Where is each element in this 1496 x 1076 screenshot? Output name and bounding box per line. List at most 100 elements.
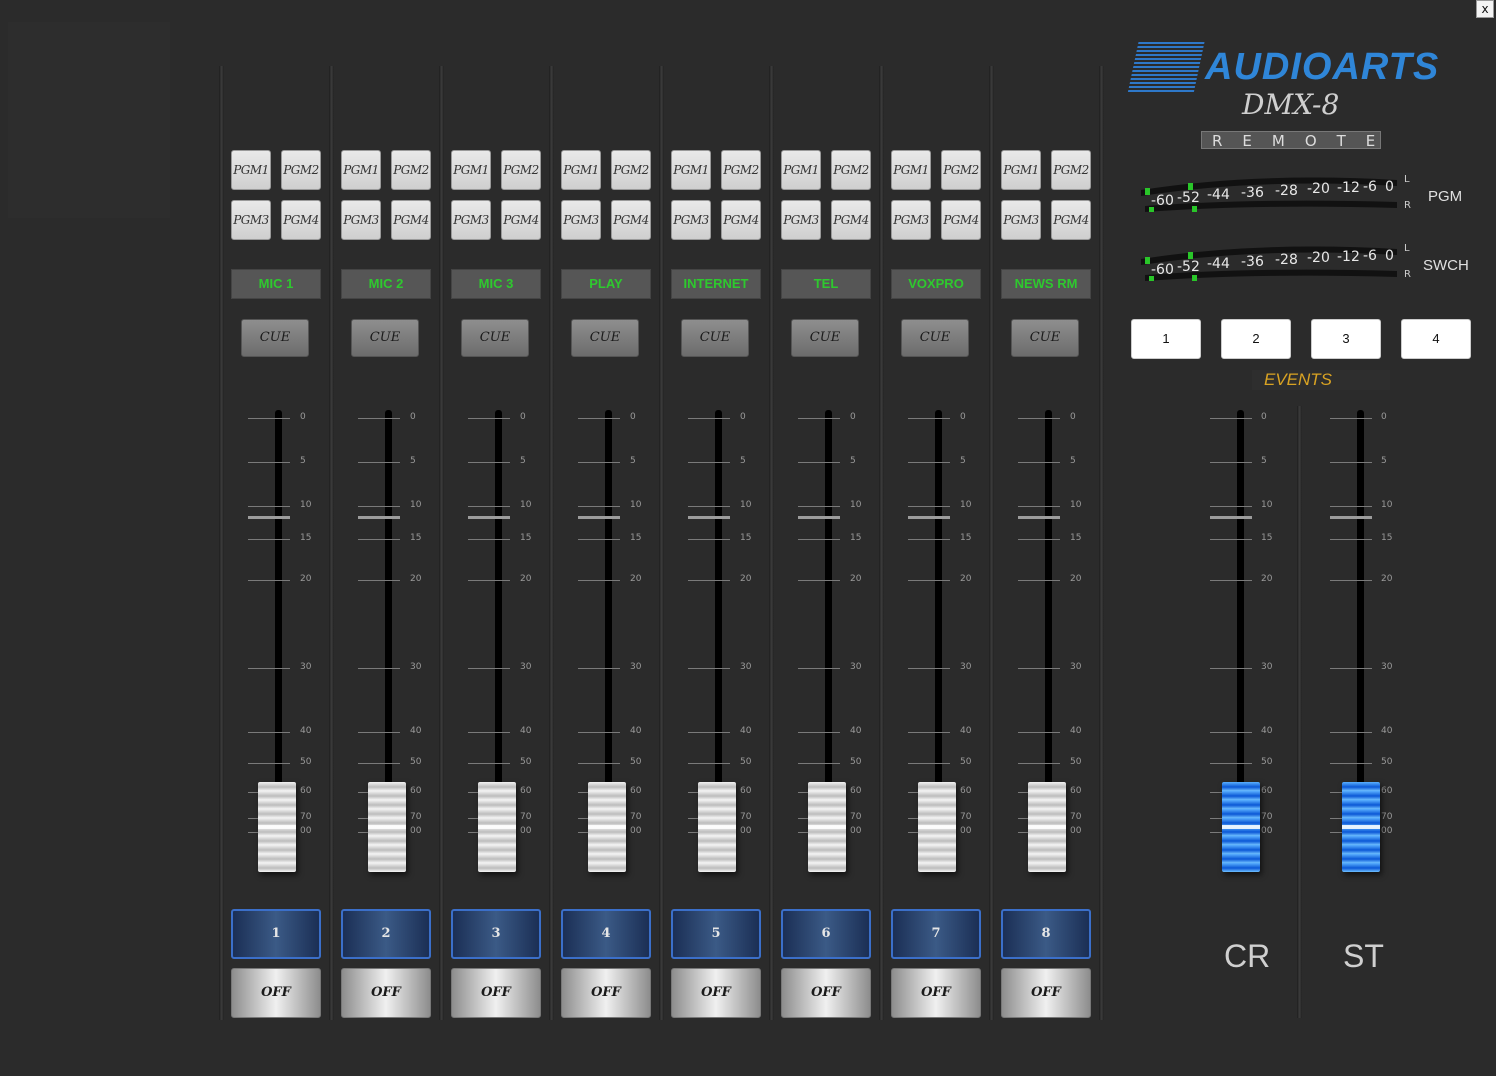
off-button[interactable]: OFF — [891, 968, 981, 1018]
fader-knob[interactable] — [258, 782, 296, 872]
fader-scale-label: 50 — [1261, 757, 1273, 767]
fader-scale-label: 20 — [630, 574, 642, 584]
pgm-assign-button-4[interactable]: PGM4 — [611, 200, 651, 240]
pgm-assign-button-1[interactable]: PGM1 — [891, 150, 931, 190]
pgm-assign-button-3[interactable]: PGM3 — [561, 200, 601, 240]
pgm-assign-button-1[interactable]: PGM1 — [1001, 150, 1041, 190]
fader-knob[interactable] — [918, 782, 956, 872]
channel-strip: PGM1 PGM2 PGM3 PGM4 INTERNET CUE 0 5 10 15 20 30 40 5… — [660, 0, 770, 1076]
fader-scale-label: 5 — [1381, 456, 1387, 466]
event-button-4[interactable]: 4 — [1401, 319, 1471, 359]
event-button-1[interactable]: 1 — [1131, 319, 1201, 359]
off-button[interactable]: OFF — [671, 968, 761, 1018]
pgm-assign-button-2[interactable]: PGM2 — [501, 150, 541, 190]
fader-tick — [908, 539, 950, 540]
pgm-assign-button-2[interactable]: PGM2 — [1051, 150, 1091, 190]
pgm-assign-button-4[interactable]: PGM4 — [501, 200, 541, 240]
channel-number-button[interactable]: 2 — [341, 909, 431, 959]
channel-number-button[interactable]: 8 — [1001, 909, 1091, 959]
pgm-assign-button-3[interactable]: PGM3 — [451, 200, 491, 240]
off-button[interactable]: OFF — [561, 968, 651, 1018]
pgm-assign-button-4[interactable]: PGM4 — [721, 200, 761, 240]
unity-mark — [688, 516, 730, 519]
cue-button[interactable]: CUE — [681, 319, 749, 357]
channel-name-label: VOXPRO — [891, 269, 981, 299]
channel-number-button[interactable]: 5 — [671, 909, 761, 959]
channel-number-button[interactable]: 3 — [451, 909, 541, 959]
pgm-assign-button-1[interactable]: PGM1 — [341, 150, 381, 190]
cue-button[interactable]: CUE — [791, 319, 859, 357]
pgm-assign-button-1[interactable]: PGM1 — [671, 150, 711, 190]
master-fader-knob[interactable] — [1342, 782, 1380, 872]
fader-tick — [798, 506, 840, 507]
fader-knob[interactable] — [698, 782, 736, 872]
event-button-3[interactable]: 3 — [1311, 319, 1381, 359]
fader-knob[interactable] — [808, 782, 846, 872]
event-button-2[interactable]: 2 — [1221, 319, 1291, 359]
meter-scale-label: -20 — [1307, 250, 1330, 266]
channel-name-label: MIC 2 — [341, 269, 431, 299]
pgm-assign-button-3[interactable]: PGM3 — [341, 200, 381, 240]
cue-button[interactable]: CUE — [461, 319, 529, 357]
fader-tick — [798, 539, 840, 540]
fader-scale-label: 30 — [410, 662, 422, 672]
fader-tick — [688, 580, 730, 581]
fader-tick — [688, 763, 730, 764]
close-icon[interactable]: x — [1476, 0, 1494, 18]
pgm-assign-button-1[interactable]: PGM1 — [231, 150, 271, 190]
pgm-assign-button-1[interactable]: PGM1 — [781, 150, 821, 190]
pgm-assign-button-2[interactable]: PGM2 — [721, 150, 761, 190]
fader-scale-label: 00 — [1381, 826, 1393, 836]
pgm-assign-button-2[interactable]: PGM2 — [611, 150, 651, 190]
fader-scale-label: 10 — [300, 500, 312, 510]
fader-scale-label: 00 — [960, 826, 972, 836]
cue-button[interactable]: CUE — [1011, 319, 1079, 357]
pgm-assign-button-3[interactable]: PGM3 — [1001, 200, 1041, 240]
pgm-assign-button-4[interactable]: PGM4 — [831, 200, 871, 240]
pgm-assign-button-2[interactable]: PGM2 — [281, 150, 321, 190]
off-button[interactable]: OFF — [231, 968, 321, 1018]
fader-knob[interactable] — [478, 782, 516, 872]
pgm-assign-button-2[interactable]: PGM2 — [391, 150, 431, 190]
master-fader-knob[interactable] — [1222, 782, 1260, 872]
fader-scale-label: 60 — [410, 786, 422, 796]
fader-knob[interactable] — [588, 782, 626, 872]
off-button[interactable]: OFF — [341, 968, 431, 1018]
pgm-assign-button-4[interactable]: PGM4 — [941, 200, 981, 240]
fader-tick — [578, 539, 620, 540]
fader-knob[interactable] — [368, 782, 406, 872]
off-button[interactable]: OFF — [781, 968, 871, 1018]
pgm-assign-button-2[interactable]: PGM2 — [831, 150, 871, 190]
fader-tick — [1210, 506, 1252, 507]
fader-tick — [1330, 506, 1372, 507]
pgm-assign-button-4[interactable]: PGM4 — [1051, 200, 1091, 240]
channel-number-button[interactable]: 7 — [891, 909, 981, 959]
fader-tick — [798, 580, 840, 581]
pgm-assign-button-2[interactable]: PGM2 — [941, 150, 981, 190]
pgm-assign-button-1[interactable]: PGM1 — [451, 150, 491, 190]
pgm-assign-button-3[interactable]: PGM3 — [781, 200, 821, 240]
off-button[interactable]: OFF — [451, 968, 541, 1018]
channel-number-button[interactable]: 1 — [231, 909, 321, 959]
meter-level-led — [1188, 252, 1193, 259]
cue-button[interactable]: CUE — [241, 319, 309, 357]
fader-knob[interactable] — [1028, 782, 1066, 872]
pgm-assign-button-3[interactable]: PGM3 — [891, 200, 931, 240]
fader-tick — [578, 506, 620, 507]
pgm-assign-button-4[interactable]: PGM4 — [281, 200, 321, 240]
pgm-assign-button-3[interactable]: PGM3 — [231, 200, 271, 240]
pgm-assign-button-4[interactable]: PGM4 — [391, 200, 431, 240]
meter-left-label: L — [1404, 174, 1410, 185]
cue-button[interactable]: CUE — [901, 319, 969, 357]
channel-strip: PGM1 PGM2 PGM3 PGM4 MIC 1 CUE 0 5 10 15 20 30 40 50 60… — [220, 0, 330, 1076]
fader-scale-label: 00 — [410, 826, 422, 836]
fader-scale-label: 00 — [850, 826, 862, 836]
channel-number-button[interactable]: 6 — [781, 909, 871, 959]
fader-scale-label: 00 — [1070, 826, 1082, 836]
channel-number-button[interactable]: 4 — [561, 909, 651, 959]
off-button[interactable]: OFF — [1001, 968, 1091, 1018]
cue-button[interactable]: CUE — [571, 319, 639, 357]
pgm-assign-button-3[interactable]: PGM3 — [671, 200, 711, 240]
cue-button[interactable]: CUE — [351, 319, 419, 357]
pgm-assign-button-1[interactable]: PGM1 — [561, 150, 601, 190]
